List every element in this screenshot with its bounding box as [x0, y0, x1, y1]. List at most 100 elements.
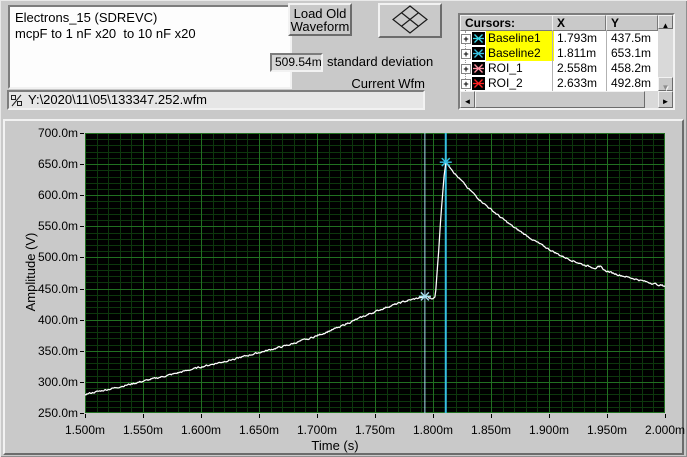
x-tick-label: 1.650m — [238, 423, 280, 437]
current-wfm-label: Current Wfm — [351, 76, 425, 91]
cursor-name[interactable]: ROI_1 — [486, 61, 554, 76]
x-tick-label: 1.750m — [354, 423, 396, 437]
y-tick-mark — [80, 351, 84, 352]
scroll-right-button[interactable]: ► — [658, 91, 673, 108]
waveform-comment-box[interactable]: Electrons_15 (SDREVC) mcpF to 1 nF x20 t… — [8, 5, 292, 89]
expand-plus-icon[interactable]: + — [461, 79, 471, 89]
up-arrow-icon: ▲ — [661, 21, 670, 30]
x-tick-label: 1.550m — [122, 423, 164, 437]
waveform-subtitle: mcpF to 1 nF x20 to 10 nF x20 — [15, 26, 196, 41]
y-tick-label: 650.0m — [37, 157, 78, 171]
expand-plus-icon[interactable]: + — [461, 49, 471, 59]
y-tick-label: 350.0m — [37, 344, 78, 358]
x-tick-label: 1.600m — [180, 423, 222, 437]
cursor-list-hscrollbar[interactable]: ◄ ► — [460, 91, 673, 108]
cursor-list: + Baseline1 1.793m 437.5m + Baseline2 1.… — [460, 31, 658, 91]
y-tick-label: 500.0m — [37, 250, 78, 264]
x-tick-label: 2.000m — [644, 423, 686, 437]
y-tick-mark — [80, 382, 84, 383]
y-tick-mark — [80, 133, 84, 134]
x-tick-mark — [491, 414, 492, 418]
cursor-x-value: 1.811m — [557, 46, 597, 60]
x-tick-label: 1.850m — [470, 423, 512, 437]
load-old-waveform-button[interactable]: Load Old Waveform — [288, 3, 352, 36]
cursor-style-icon — [472, 62, 485, 75]
cursor-y-value: 653.1m — [611, 46, 652, 60]
expand-plus-icon[interactable]: + — [461, 34, 471, 44]
cursors-column-header: Cursors: — [460, 15, 553, 31]
cursor-y-value: 458.2m — [611, 61, 652, 75]
y-tick-label: 600.0m — [37, 188, 78, 202]
graph-palette-button[interactable] — [378, 3, 442, 38]
x-tick-mark — [143, 414, 144, 418]
std-deviation-value: 509.54m — [275, 55, 322, 69]
right-arrow-icon: ► — [661, 97, 670, 106]
x-tick-mark — [201, 414, 202, 418]
x-column-header: X — [552, 15, 606, 31]
cursor-legend: Cursors: X Y + Baseline1 1.793m 437.5m +… — [458, 13, 675, 110]
y-tick-mark — [80, 413, 84, 414]
path-type-icon — [10, 93, 23, 107]
y-tick-label: 250.0m — [37, 406, 78, 420]
cursor-y-value: 492.8m — [611, 76, 652, 90]
front-panel: Electrons_15 (SDREVC) mcpF to 1 nF x20 t… — [0, 0, 687, 457]
y-tick-label: 400.0m — [37, 313, 78, 327]
y-column-header: Y — [606, 15, 658, 31]
x-tick-mark — [549, 414, 550, 418]
cursor-y-value: 437.5m — [611, 31, 652, 45]
load-button-label-line2: Waveform — [290, 19, 350, 34]
x-tick-mark — [375, 414, 376, 418]
expand-plus-icon[interactable]: + — [461, 64, 471, 74]
x-tick-label: 1.500m — [64, 423, 106, 437]
y-tick-label: 450.0m — [37, 282, 78, 296]
std-deviation-label: standard deviation — [327, 54, 434, 69]
left-arrow-icon: ◄ — [463, 97, 472, 106]
std-deviation-indicator: 509.54m — [270, 53, 323, 72]
y-tick-label: 550.0m — [37, 219, 78, 233]
y-tick-mark — [80, 195, 84, 196]
x-tick-label: 1.900m — [528, 423, 570, 437]
x-tick-mark — [85, 414, 86, 418]
x-tick-mark — [317, 414, 318, 418]
cursor-row[interactable]: + ROI_2 2.633m 492.8m — [460, 76, 658, 91]
x-tick-label: 1.950m — [586, 423, 628, 437]
y-tick-mark — [80, 320, 84, 321]
cursor-name[interactable]: Baseline1 — [486, 31, 554, 46]
column-divider — [552, 31, 553, 91]
x-tick-mark — [607, 414, 608, 418]
x-tick-label: 1.800m — [412, 423, 454, 437]
cursor-x-value: 2.633m — [557, 76, 598, 90]
waveform-plot-area[interactable] — [85, 133, 665, 413]
cursor-row[interactable]: + Baseline2 1.811m 653.1m — [460, 46, 658, 61]
cursor-x-value: 2.558m — [557, 61, 598, 75]
x-tick-label: 1.700m — [296, 423, 338, 437]
y-tick-label: 300.0m — [37, 375, 78, 389]
cursor-row[interactable]: + Baseline1 1.793m 437.5m — [460, 31, 658, 46]
current-wfm-path-control[interactable]: Y:\2020\11\05\133347.252.wfm — [7, 90, 425, 110]
x-tick-mark — [665, 414, 666, 418]
cursor-name[interactable]: Baseline2 — [486, 46, 554, 61]
cursor-style-icon — [472, 77, 485, 90]
x-axis-title: Time (s) — [311, 438, 359, 453]
y-tick-mark — [80, 289, 84, 290]
waveform-title: Electrons_15 (SDREVC) — [15, 10, 158, 25]
y-tick-mark — [80, 257, 84, 258]
cursor-name[interactable]: ROI_2 — [486, 76, 554, 91]
scroll-left-button[interactable]: ◄ — [460, 91, 475, 108]
x-tick-mark — [259, 414, 260, 418]
column-divider — [606, 31, 607, 91]
cursor-style-icon — [472, 47, 485, 60]
scroll-down-button[interactable]: ▼ — [658, 77, 673, 92]
y-tick-label: 700.0m — [37, 126, 78, 140]
scroll-up-button[interactable]: ▲ — [658, 15, 673, 30]
cursor-x-value: 1.793m — [557, 31, 598, 45]
y-tick-mark — [80, 164, 84, 165]
hscroll-thumb[interactable] — [475, 91, 645, 108]
x-tick-mark — [433, 414, 434, 418]
file-path-text: Y:\2020\11\05\133347.252.wfm — [28, 92, 208, 107]
cursor-row[interactable]: + ROI_1 2.558m 458.2m — [460, 61, 658, 76]
y-tick-mark — [80, 226, 84, 227]
cursor-style-icon — [472, 32, 485, 45]
cursor-list-vscrollbar[interactable]: ▲ ▼ — [658, 15, 673, 92]
diamond-grid-icon — [392, 5, 428, 34]
